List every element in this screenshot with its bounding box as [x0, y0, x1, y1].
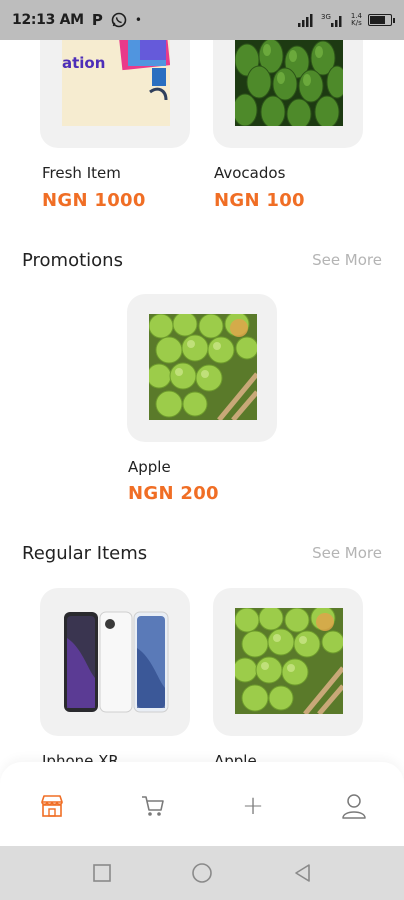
- battery-icon: [368, 14, 395, 26]
- product-card-apple-regular[interactable]: [213, 588, 363, 736]
- status-bar: 12:13 AM P • 3G 1.4 K/s: [0, 0, 404, 40]
- home-feed[interactable]: ation Fresh Item NGN 1000 Avocados NGN 1…: [0, 40, 404, 762]
- product-card-iphone-xr[interactable]: [40, 588, 190, 736]
- product-name: Apple: [214, 752, 257, 762]
- home-icon[interactable]: [191, 862, 213, 884]
- signal-4g-icon: 3G: [321, 13, 342, 27]
- svg-text:ation: ation: [62, 54, 105, 72]
- product-price: NGN 200: [128, 483, 219, 504]
- product-card-apple-promo[interactable]: [127, 294, 277, 442]
- product-image-avocados: [235, 40, 343, 126]
- nav-cart[interactable]: [139, 792, 167, 820]
- nav-profile[interactable]: [340, 792, 368, 820]
- net-speed: 1.4 K/s: [350, 12, 362, 27]
- svg-text:3G: 3G: [321, 13, 331, 21]
- promotions-see-more-link[interactable]: See More: [312, 251, 382, 269]
- promotions-title: Promotions: [22, 250, 123, 271]
- signal-icon: [297, 14, 313, 27]
- nav-add[interactable]: +: [239, 792, 267, 820]
- product-image-fresh-item: ation: [62, 40, 170, 126]
- product-name: Fresh Item: [42, 164, 121, 182]
- regular-items-see-more-link[interactable]: See More: [312, 544, 382, 562]
- regular-items-title: Regular Items: [22, 543, 148, 564]
- product-price: NGN 1000: [42, 190, 146, 211]
- store-icon: [41, 795, 63, 817]
- product-price: NGN 100: [214, 190, 305, 211]
- whatsapp-icon: [111, 12, 127, 28]
- user-icon: [342, 794, 366, 819]
- product-card-avocados[interactable]: [213, 40, 363, 148]
- back-icon[interactable]: [292, 862, 314, 884]
- product-name: Apple: [128, 458, 171, 476]
- parking-app-icon: P: [91, 11, 103, 29]
- system-navigation-bar: [0, 846, 404, 900]
- product-image-apple: [235, 608, 343, 714]
- product-image-iphone: [62, 608, 170, 714]
- product-image-apple: [149, 314, 257, 420]
- product-card-fresh-item[interactable]: ation: [40, 40, 190, 148]
- product-name: Avocados: [214, 164, 286, 182]
- status-time: 12:13 AM: [12, 12, 84, 28]
- product-name: Iphone XR: [42, 752, 119, 762]
- notification-dot: •: [134, 13, 142, 27]
- recent-apps-icon[interactable]: [91, 862, 113, 884]
- nav-store[interactable]: [38, 792, 66, 820]
- plus-icon: +: [242, 791, 264, 821]
- cart-icon: [142, 796, 164, 816]
- bottom-navigation: +: [0, 762, 404, 846]
